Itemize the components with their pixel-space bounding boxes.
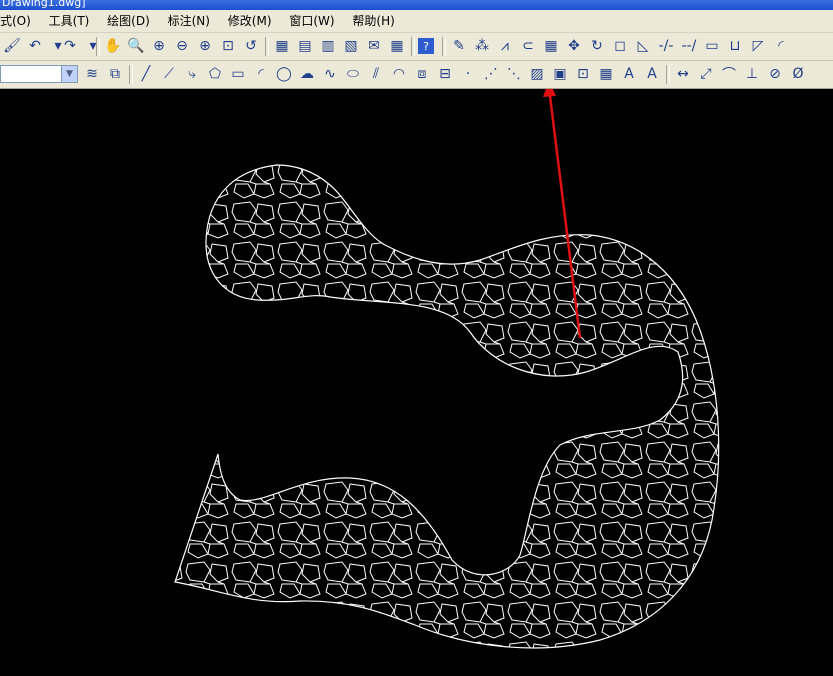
toolbar-separator <box>442 37 446 56</box>
toolbar-separator <box>96 37 100 56</box>
move-icon[interactable]: ✥ <box>564 36 584 56</box>
stretch-icon[interactable]: ◺ <box>633 36 653 56</box>
trim-icon[interactable]: -/- <box>656 36 676 56</box>
menu-dimension[interactable]: 标注(N) <box>168 10 210 32</box>
chevron-down-icon[interactable]: ▼ <box>61 66 77 82</box>
spline-icon[interactable]: ∿ <box>320 64 340 84</box>
menu-tools[interactable]: 工具(T) <box>49 10 90 32</box>
chamfer-icon[interactable]: ◸ <box>748 36 768 56</box>
polyline-icon[interactable]: ⤷ <box>182 64 202 84</box>
pan-icon[interactable]: ✋ <box>103 36 123 56</box>
sheet-set-icon[interactable]: ▧ <box>341 36 361 56</box>
zoom-realtime-icon[interactable]: 🔍 <box>126 36 146 56</box>
line-icon[interactable]: ╱ <box>136 64 156 84</box>
window-title: Drawing1.dwg] <box>2 0 86 9</box>
table-icon[interactable]: ▦ <box>596 64 616 84</box>
wipeout-icon[interactable]: ⊡ <box>573 64 593 84</box>
dim-linear-icon[interactable]: ↔ <box>673 64 693 84</box>
insert-block-icon[interactable]: ⧈ <box>412 64 432 84</box>
rotate-icon[interactable]: ↻ <box>587 36 607 56</box>
rectangular-array-icon[interactable]: ▦ <box>541 36 561 56</box>
hatch-pattern-icon[interactable]: ⋰ <box>481 64 501 84</box>
calculator-icon[interactable]: ▦ <box>387 36 407 56</box>
zoom-extents-icon[interactable]: ⊡ <box>218 36 238 56</box>
redo-dropdown-icon[interactable]: ▾ <box>83 36 103 56</box>
text-icon[interactable]: A <box>642 64 662 84</box>
pencil-icon[interactable]: ✎ <box>449 36 469 56</box>
mtext-icon[interactable]: A <box>619 64 639 84</box>
match-properties-icon[interactable]: 🖌 <box>2 36 22 56</box>
zoom-in-icon[interactable]: ⊕ <box>195 36 215 56</box>
dim-arc-icon[interactable]: ⌒ <box>719 64 739 84</box>
menu-window[interactable]: 窗口(W) <box>289 10 334 32</box>
toolbar-separator <box>411 37 415 56</box>
menu-modify[interactable]: 修改(M) <box>228 10 272 32</box>
dim-diameter-icon[interactable]: Ø <box>788 64 808 84</box>
hatch-icon[interactable]: ▨ <box>527 64 547 84</box>
toolbar-separator <box>129 65 133 84</box>
tool-palettes-icon[interactable]: ▥ <box>318 36 338 56</box>
design-center-icon[interactable]: ▤ <box>295 36 315 56</box>
polygon-icon[interactable]: ⬠ <box>205 64 225 84</box>
layer-combo[interactable]: ▼ <box>0 65 78 83</box>
ellipse-icon[interactable]: ⬭ <box>343 64 363 84</box>
menu-format[interactable]: 式(O) <box>0 10 31 32</box>
dim-radius-icon[interactable]: ⊘ <box>765 64 785 84</box>
point-icon[interactable]: · <box>458 64 478 84</box>
extend-icon[interactable]: --/ <box>679 36 699 56</box>
revcloud-icon[interactable]: ☁ <box>297 64 317 84</box>
rectangle-icon[interactable]: ▭ <box>228 64 248 84</box>
scale-icon[interactable]: ◻ <box>610 36 630 56</box>
mirror-icon[interactable]: ⩘ <box>495 36 515 56</box>
zoom-previous-icon[interactable]: ↺ <box>241 36 261 56</box>
drawing-canvas[interactable] <box>0 89 833 676</box>
toolbar-separator <box>666 65 670 84</box>
layer-states-icon[interactable]: ⧉ <box>105 64 125 84</box>
zoom-out-icon[interactable]: ⊖ <box>172 36 192 56</box>
ellipse-arc-icon[interactable]: ◠ <box>389 64 409 84</box>
menu-draw[interactable]: 绘图(D) <box>107 10 150 32</box>
layer-manager-icon[interactable]: ≋ <box>82 64 102 84</box>
mline-icon[interactable]: ⫽ <box>366 64 386 84</box>
undo-icon[interactable]: ↶ <box>25 36 45 56</box>
fillet-icon[interactable]: ◜ <box>771 36 791 56</box>
make-block-icon[interactable]: ⊟ <box>435 64 455 84</box>
draw-toolbar: ▼ ≋ ⧉ ╱ ⟋ ⤷ ⬠ ▭ ◜ ◯ ☁ ∿ ⬭ ⫽ ◠ ⧈ ⊟ · ⋰ ⋱ ▨ ▣ ⊡ ▦ A A ↔ ⤢ ⌒ ⊥ ⊘ Ø <box>0 61 833 89</box>
construction-line-icon[interactable]: ⟋ <box>159 64 179 84</box>
redo-icon[interactable]: ↷ <box>60 36 80 56</box>
menu-bar: 式(O) 工具(T) 绘图(D) 标注(N) 修改(M) 窗口(W) 帮助(H) <box>0 10 833 33</box>
window-title-bar: Drawing1.dwg] <box>0 0 833 10</box>
gradient-icon[interactable]: ⋱ <box>504 64 524 84</box>
offset-icon[interactable]: ⊂ <box>518 36 538 56</box>
standard-toolbar: 🖌 ↶ ▾ ↷ ▾ ✋ 🔍 ⊕ ⊖ ⊕ ⊡ ↺ ▦ ▤ ▥ ▧ ✉ ▦? ✎ ⁂ ⩘ ⊂ ▦ ✥ ↻ ◻ ◺ -/- --/▭ ⊔ ◸ ◜ <box>0 33 833 61</box>
dim-ordinate-icon[interactable]: ⊥ <box>742 64 762 84</box>
arc-icon[interactable]: ◜ <box>251 64 271 84</box>
circle-icon[interactable]: ◯ <box>274 64 294 84</box>
array-icon[interactable]: ⁂ <box>472 36 492 56</box>
help-icon[interactable]: ? <box>418 38 434 54</box>
menu-help[interactable]: 帮助(H) <box>352 10 394 32</box>
join-icon[interactable]: ⊔ <box>725 36 745 56</box>
toolbar-separator <box>265 37 269 56</box>
break-icon[interactable]: ▭ <box>702 36 722 56</box>
zoom-window-icon[interactable]: ⊕ <box>149 36 169 56</box>
region-icon[interactable]: ▣ <box>550 64 570 84</box>
markup-icon[interactable]: ✉ <box>364 36 384 56</box>
properties-icon[interactable]: ▦ <box>272 36 292 56</box>
dim-aligned-icon[interactable]: ⤢ <box>696 64 716 84</box>
